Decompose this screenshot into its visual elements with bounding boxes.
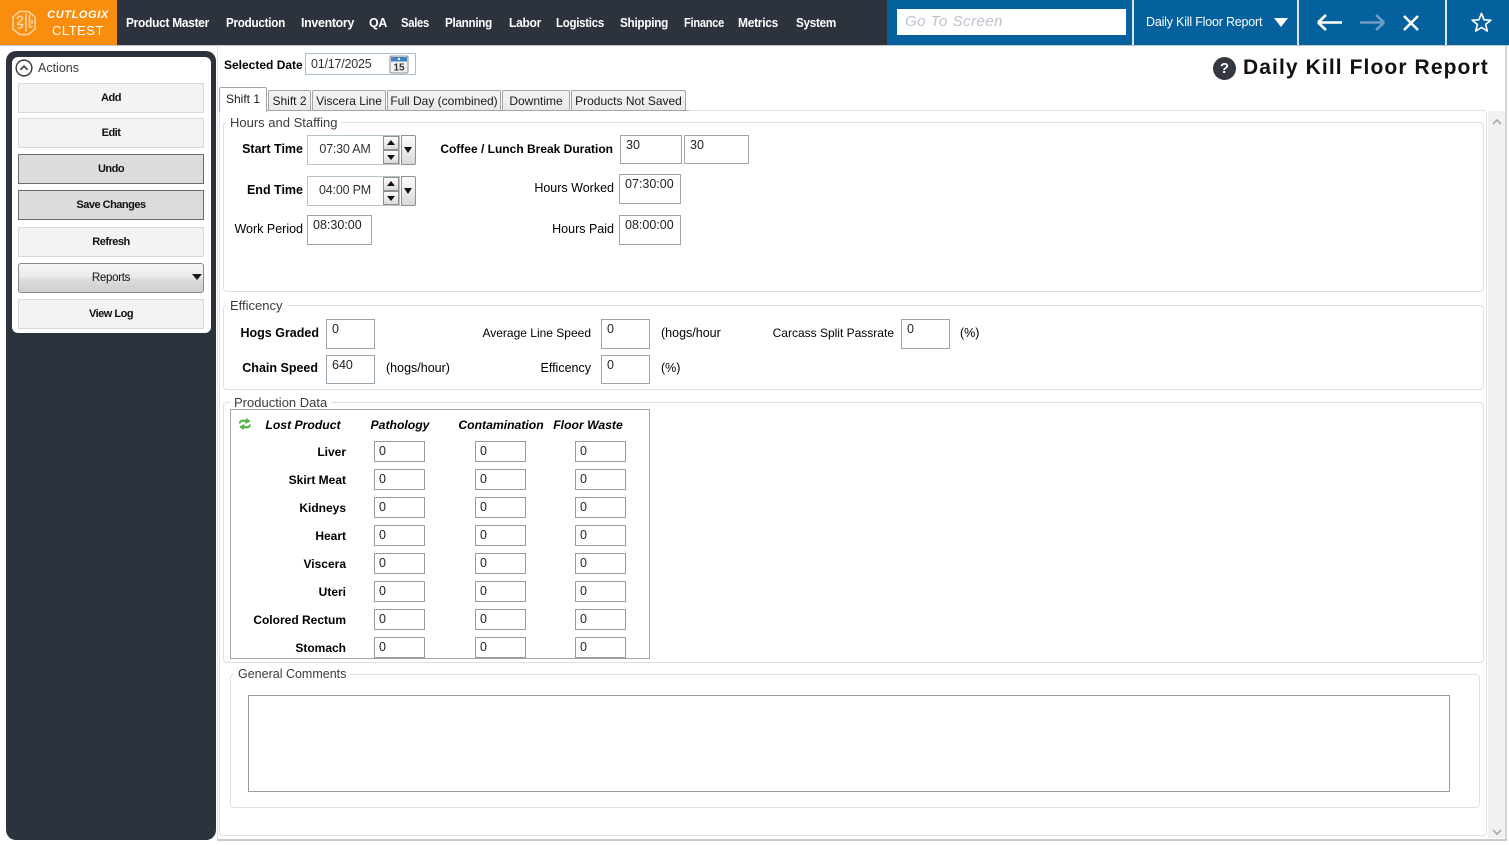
svg-text:15: 15 (393, 63, 405, 74)
